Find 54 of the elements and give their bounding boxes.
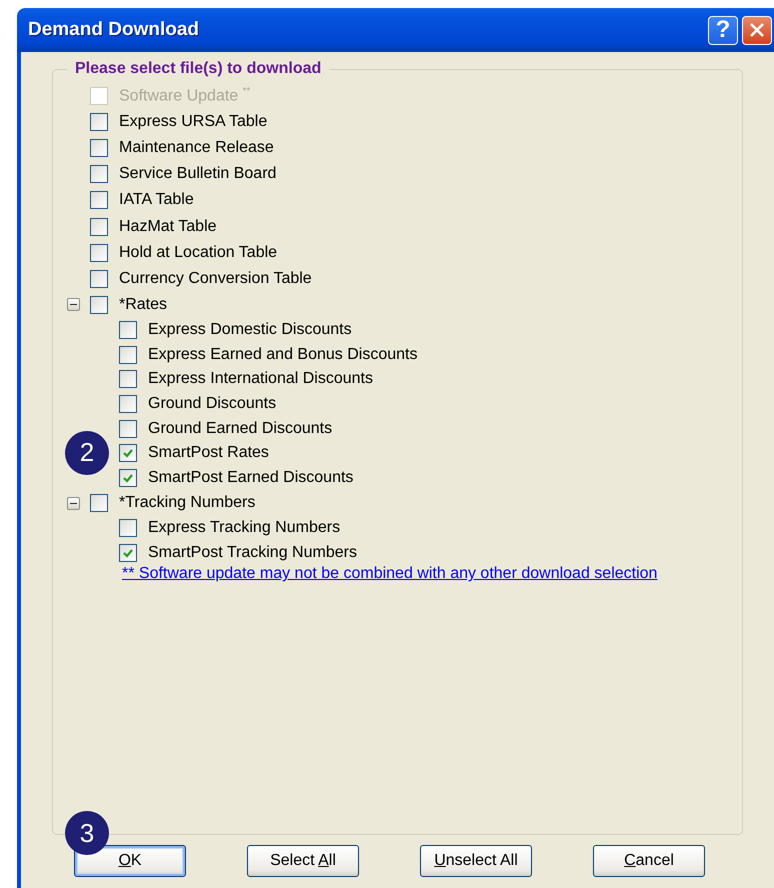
- checkbox-label: SmartPost Rates: [148, 444, 269, 462]
- checkbox-label: Express URSA Table: [119, 113, 268, 132]
- check-icon: [123, 472, 133, 483]
- checkbox[interactable]: [119, 468, 137, 487]
- checkbox[interactable]: [90, 244, 108, 262]
- checkbox[interactable]: [90, 139, 108, 158]
- checkbox[interactable]: [119, 444, 137, 462]
- callout-badge: 2: [65, 430, 109, 475]
- checkbox[interactable]: [119, 519, 137, 538]
- callout-badge: 3: [65, 811, 109, 855]
- close-button[interactable]: [742, 16, 772, 44]
- group-title: Please select file(s) to download: [74, 60, 322, 78]
- dialog-button[interactable]: Select All: [247, 845, 359, 877]
- checkbox-label: SmartPost Earned Discounts: [148, 468, 354, 487]
- checkbox-label: Service Bulletin Board: [119, 165, 276, 184]
- checkbox[interactable]: [90, 296, 108, 314]
- check-icon: [123, 548, 133, 558]
- checkbox[interactable]: [90, 270, 108, 288]
- checkbox[interactable]: [90, 165, 108, 184]
- checkbox-label: Hold at Location Table: [119, 244, 278, 262]
- checkbox[interactable]: [90, 113, 108, 132]
- check-icon: [123, 448, 133, 458]
- checkbox[interactable]: [90, 218, 108, 236]
- checkbox[interactable]: [119, 370, 137, 388]
- footnote-link[interactable]: ** Software update may not be combined with any other download selection: [122, 565, 658, 584]
- checkbox[interactable]: [90, 494, 108, 512]
- checkbox-label: Express International Discounts: [148, 370, 373, 388]
- checkbox-label: IATA Table: [119, 191, 194, 210]
- checkbox-label: Currency Conversion Table: [119, 270, 312, 288]
- dialog-button[interactable]: OK: [74, 845, 186, 877]
- collapse-icon[interactable]: [67, 496, 80, 510]
- checkbox-label: *Rates: [119, 296, 168, 314]
- collapse-icon[interactable]: [67, 298, 80, 312]
- window-title: Demand Download: [28, 19, 200, 41]
- help-button[interactable]: ?: [708, 16, 738, 44]
- checkbox[interactable]: [119, 544, 137, 562]
- checkbox-label: *Tracking Numbers: [119, 494, 256, 512]
- dialog-button[interactable]: Unselect All: [420, 845, 532, 877]
- checkbox-label: Express Earned and Bonus Discounts: [148, 346, 418, 364]
- checkbox[interactable]: [119, 346, 137, 364]
- checkbox-label: SmartPost Tracking Numbers: [148, 544, 357, 562]
- checkbox-label: Maintenance Release: [119, 139, 274, 158]
- dialog-button[interactable]: Cancel: [593, 845, 705, 877]
- checkbox-label: HazMat Table: [119, 218, 217, 236]
- checkbox-label: Ground Earned Discounts: [148, 420, 332, 438]
- checkbox[interactable]: [119, 321, 137, 340]
- checkbox[interactable]: [90, 191, 108, 210]
- checkbox-label: Ground Discounts: [148, 394, 276, 413]
- checkbox-label: Software Update $^{**}$: [119, 86, 250, 106]
- checkbox-label: Express Tracking Numbers: [148, 519, 340, 538]
- checkbox-label: Express Domestic Discounts: [148, 321, 352, 340]
- checkbox[interactable]: [119, 394, 137, 413]
- close-icon: [748, 21, 766, 39]
- checkbox[interactable]: [119, 420, 137, 438]
